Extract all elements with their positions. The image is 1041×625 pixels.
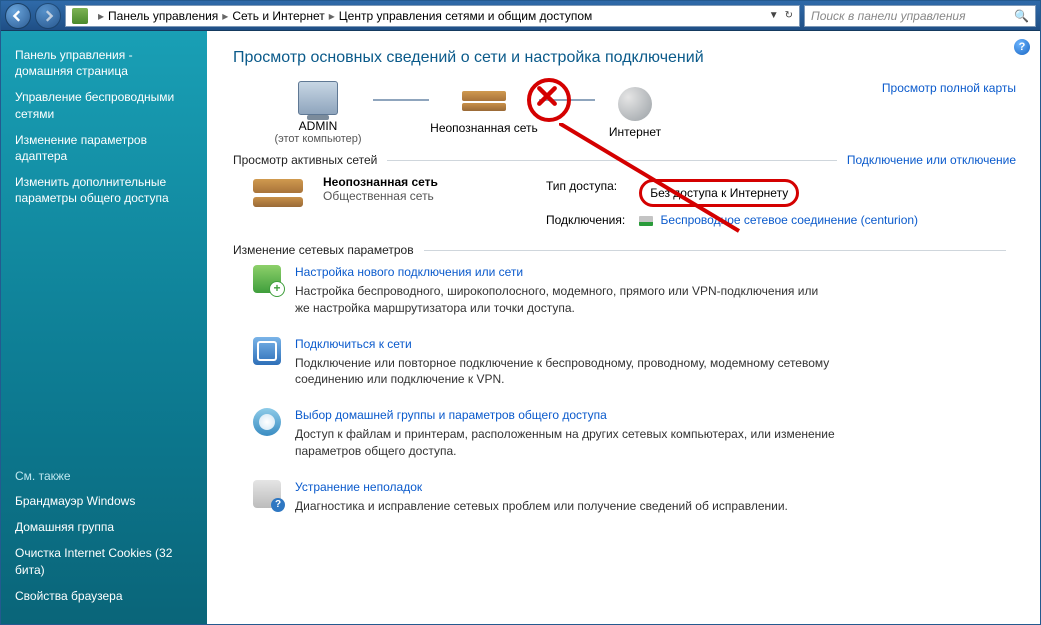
search-icon[interactable]: 🔍 xyxy=(1014,9,1029,23)
computer-icon xyxy=(298,81,338,115)
tasks-list: Настройка нового подключения или сети На… xyxy=(253,265,1016,515)
access-type-label: Тип доступа: xyxy=(540,177,631,209)
network-map: ADMIN (этот компьютер) Неопознанная сеть… xyxy=(263,81,1016,145)
breadcrumb[interactable]: ▸ Панель управления ▸ Сеть и Интернет ▸ … xyxy=(65,5,800,27)
task-new-connection: Настройка нового подключения или сети На… xyxy=(253,265,1016,317)
nav-back-button[interactable] xyxy=(5,3,31,29)
task-desc: Настройка беспроводного, широкополосного… xyxy=(295,283,835,317)
active-network-block: Неопознанная сеть Общественная сеть Тип … xyxy=(253,175,1016,231)
nav-forward-button[interactable] xyxy=(35,3,61,29)
troubleshoot-icon xyxy=(253,480,281,508)
task-homegroup: Выбор домашней группы и параметров общег… xyxy=(253,408,1016,460)
connections-label: Подключения: xyxy=(540,211,631,229)
task-troubleshoot: Устранение неполадок Диагностика и испра… xyxy=(253,480,1016,515)
crumb-2[interactable]: Центр управления сетями и общим доступом xyxy=(339,9,593,23)
active-networks-header: Просмотр активных сетей Подключение или … xyxy=(233,153,1016,167)
task-title[interactable]: Устранение неполадок xyxy=(295,480,788,494)
sidebar-link-advanced-sharing[interactable]: Изменить дополнительные параметры общего… xyxy=(15,174,193,206)
annotation-circle xyxy=(527,78,571,122)
window-frame: ▸ Панель управления ▸ Сеть и Интернет ▸ … xyxy=(0,0,1041,625)
connection-link[interactable]: Беспроводное сетевое соединение (centuri… xyxy=(661,213,919,227)
crumb-sep: ▸ xyxy=(98,9,104,23)
task-desc: Доступ к файлам и принтерам, расположенн… xyxy=(295,426,835,460)
task-desc: Диагностика и исправление сетевых пробле… xyxy=(295,498,788,515)
search-box[interactable]: Поиск в панели управления 🔍 xyxy=(804,5,1036,27)
map-node3-name: Интернет xyxy=(595,125,675,139)
map-node2-name: Неопознанная сеть xyxy=(429,121,539,135)
homegroup-icon xyxy=(253,408,281,436)
task-desc: Подключение или повторное подключение к … xyxy=(295,355,835,389)
task-title[interactable]: Подключиться к сети xyxy=(295,337,835,351)
see-also-section: См. также Брандмауэр Windows Домашняя гр… xyxy=(15,469,193,614)
map-node-unidentified: Неопознанная сеть xyxy=(429,91,539,135)
crumb-sep: ▸ xyxy=(329,9,335,23)
breadcrumb-dropdown-icon[interactable]: ▼ xyxy=(769,10,779,21)
task-connect-network: Подключиться к сети Подключение или повт… xyxy=(253,337,1016,389)
active-network-type: Общественная сеть xyxy=(323,189,438,203)
see-also-browser[interactable]: Свойства браузера xyxy=(15,588,193,604)
map-line xyxy=(373,99,429,101)
connect-disconnect-link[interactable]: Подключение или отключение xyxy=(847,153,1016,167)
connect-network-icon xyxy=(253,337,281,365)
active-network-name: Неопознанная сеть xyxy=(323,175,438,189)
bench-icon xyxy=(253,175,303,215)
sidebar: Панель управления - домашняя страница Уп… xyxy=(1,31,207,624)
see-also-firewall[interactable]: Брандмауэр Windows xyxy=(15,493,193,509)
map-node1-name: ADMIN xyxy=(263,119,373,133)
see-also-homegroup[interactable]: Домашняя группа xyxy=(15,519,193,535)
sidebar-link-wireless[interactable]: Управление беспроводными сетями xyxy=(15,89,193,121)
see-also-cookies[interactable]: Очистка Internet Cookies (32 бита) xyxy=(15,545,193,577)
control-panel-icon xyxy=(72,8,88,24)
search-placeholder: Поиск в панели управления xyxy=(811,9,966,23)
settings-header-label: Изменение сетевых параметров xyxy=(233,243,414,257)
main-panel: ? Просмотр основных сведений о сети и на… xyxy=(207,31,1040,624)
crumb-sep: ▸ xyxy=(222,9,228,23)
crumb-0[interactable]: Панель управления xyxy=(108,9,218,23)
map-node-internet: Интернет xyxy=(595,87,675,139)
task-title[interactable]: Настройка нового подключения или сети xyxy=(295,265,835,279)
refresh-icon[interactable]: ↻ xyxy=(785,10,793,21)
sidebar-home-link[interactable]: Панель управления - домашняя страница xyxy=(15,47,193,79)
see-also-header: См. также xyxy=(15,469,193,483)
active-networks-label: Просмотр активных сетей xyxy=(233,153,377,167)
globe-icon xyxy=(618,87,652,121)
map-node-computer: ADMIN (этот компьютер) xyxy=(263,81,373,145)
new-connection-icon xyxy=(253,265,281,293)
wifi-signal-icon xyxy=(639,216,653,226)
crumb-1[interactable]: Сеть и Интернет xyxy=(232,9,324,23)
access-type-value: Без доступа к Интернету xyxy=(639,179,799,207)
page-title: Просмотр основных сведений о сети и наст… xyxy=(233,49,1016,67)
bench-icon xyxy=(462,91,506,117)
active-network-props: Тип доступа: Без доступа к Интернету Под… xyxy=(538,175,926,231)
map-node1-sub: (этот компьютер) xyxy=(263,133,373,145)
network-settings-header: Изменение сетевых параметров xyxy=(233,243,1016,257)
task-title[interactable]: Выбор домашней группы и параметров общег… xyxy=(295,408,835,422)
help-icon[interactable]: ? xyxy=(1014,39,1030,55)
sidebar-link-adapter[interactable]: Изменение параметров адаптера xyxy=(15,132,193,164)
address-bar: ▸ Панель управления ▸ Сеть и Интернет ▸ … xyxy=(1,1,1040,31)
